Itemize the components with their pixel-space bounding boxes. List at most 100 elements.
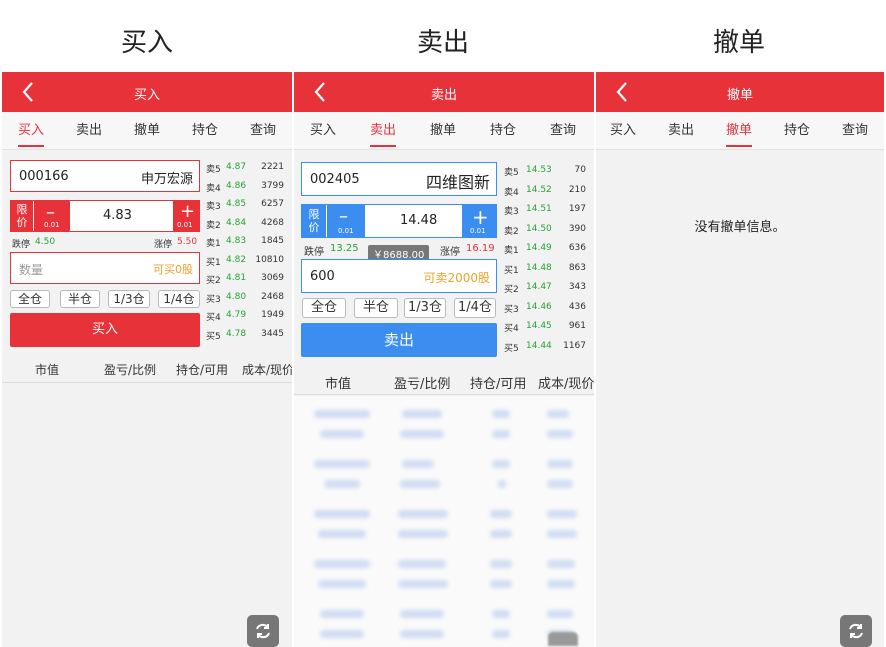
quote-price: 14.47 [526,282,552,292]
quick-third-button[interactable]: 1/3仓 [404,298,446,318]
col-holding: 持仓/可用 [176,363,229,377]
stock-input[interactable]: 000166 申万宏源 [10,160,200,192]
quote-volume: 6257 [261,199,284,209]
quick-quarter-button[interactable]: 1/4仓 [158,290,200,308]
quote-row[interactable]: 买1 14.48 863 [504,263,588,283]
positions-list-blurred [294,396,594,647]
price-decrease-button[interactable]: – 0.01 [327,205,365,237]
buy-button[interactable]: 买入 [10,313,200,347]
quote-row[interactable]: 卖3 14.51 197 [504,204,588,224]
col-holding: 持仓/可用 [470,377,527,392]
quote-price: 4.82 [226,254,247,265]
quote-price: 4.80 [226,291,247,302]
quantity-input[interactable]: 600 可卖2000股 [301,259,497,293]
quote-volume: 961 [568,321,586,331]
limit-down-label: 跌停 [304,247,324,258]
quote-row[interactable]: 卖1 14.49 636 [504,243,588,263]
quote-price: 14.53 [526,165,552,175]
quote-row[interactable]: 卖5 4.87 2221 [206,162,286,181]
tab-buy[interactable]: 买入 [600,112,646,150]
quote-row[interactable]: 卖2 14.50 390 [504,224,588,244]
limit-up-value: 16.19 [466,243,495,254]
tab-cancel[interactable]: 撤单 [716,112,762,150]
minus-icon: – [339,206,348,227]
tab-cancel[interactable]: 撤单 [420,112,466,150]
quote-label: 买1 [504,265,519,276]
quote-label: 买2 [206,276,221,286]
quote-row[interactable]: 卖5 14.53 70 [504,165,588,185]
list-item[interactable] [302,452,586,496]
quote-volume: 390 [568,223,586,234]
tab-query[interactable]: 查询 [832,112,878,150]
quote-row[interactable]: 卖4 4.86 3799 [206,181,286,200]
refresh-button[interactable] [548,632,578,646]
quick-full-button[interactable]: 全仓 [302,298,346,318]
tab-query[interactable]: 查询 [240,112,286,150]
price-value[interactable]: 4.83 [103,208,132,223]
quote-label: 买3 [504,304,519,315]
quick-half-button[interactable]: 半仓 [60,290,100,308]
price-mode-button[interactable]: 限价 [11,201,33,231]
tab-sell[interactable]: 卖出 [66,112,112,150]
quote-row[interactable]: 卖4 14.52 210 [504,185,588,205]
quote-row[interactable]: 买5 14.44 1167 [504,341,588,361]
quote-row[interactable]: 买2 4.81 3069 [206,273,286,292]
quote-volume: 2221 [261,162,284,172]
quote-row[interactable]: 买2 14.47 343 [504,282,588,302]
minus-icon: – [46,202,55,223]
quote-volume: 2468 [261,291,284,302]
list-item[interactable] [302,602,586,646]
stock-code: 000166 [19,169,69,184]
quote-row[interactable]: 买3 14.46 436 [504,302,588,322]
tab-positions[interactable]: 持仓 [182,112,228,150]
quick-full-button[interactable]: 全仓 [10,290,50,308]
price-increase-button[interactable]: + 0.01 [173,201,199,231]
refresh-button[interactable] [840,615,872,647]
tab-sell[interactable]: 卖出 [360,112,406,150]
tab-buy[interactable]: 买入 [300,112,346,150]
order-book: 卖5 14.53 70 卖4 14.52 210 卖3 14.51 197 卖2 14.50 390 卖… [504,165,588,360]
refresh-button[interactable] [247,615,279,647]
quote-row[interactable]: 买4 14.45 961 [504,321,588,341]
tab-cancel[interactable]: 撤单 [124,112,170,150]
quote-label: 卖3 [206,202,221,212]
tab-buy[interactable]: 买入 [8,112,54,150]
quantity-placeholder: 数量 [19,263,44,277]
price-stepper: 限价 – 0.01 14.48 + 0.01 [301,204,497,238]
quote-price: 4.87 [226,162,247,172]
quantity-input[interactable]: 数量 可买0股 [10,252,200,284]
price-mode-label: 限价 [16,203,28,229]
list-item[interactable] [302,402,586,446]
quote-volume: 343 [568,282,586,292]
list-item[interactable] [302,502,586,546]
quote-row[interactable]: 卖1 4.83 1845 [206,236,286,255]
quote-row[interactable]: 买5 4.78 3445 [206,329,286,348]
list-item[interactable] [302,552,586,596]
quick-third-button[interactable]: 1/3仓 [108,290,150,308]
tab-query[interactable]: 查询 [540,112,586,150]
price-value[interactable]: 14.48 [400,213,437,228]
quote-row[interactable]: 买4 4.79 1949 [206,310,286,329]
quote-price: 4.86 [226,180,247,191]
price-decrease-button[interactable]: – 0.01 [34,201,70,231]
sell-button[interactable]: 卖出 [301,323,497,357]
quote-price: 14.50 [526,223,552,234]
quick-half-button[interactable]: 半仓 [354,298,398,318]
tab-positions[interactable]: 持仓 [774,112,820,150]
caption-buy: 买入 [120,28,173,58]
quote-row[interactable]: 卖2 4.84 4268 [206,218,286,237]
tab-sell[interactable]: 卖出 [658,112,704,150]
price-increase-button[interactable]: + 0.01 [462,205,496,237]
col-pnl: 盈亏/比例 [104,363,157,377]
tab-positions[interactable]: 持仓 [480,112,526,150]
stock-input[interactable]: 002405 四维图新 [301,162,497,196]
quote-row[interactable]: 买3 4.80 2468 [206,292,286,311]
quote-row[interactable]: 卖3 4.85 6257 [206,199,286,218]
cancel-topbar: 撤单 [596,72,884,112]
price-mode-button[interactable]: 限价 [302,205,326,237]
quote-volume: 3445 [261,328,284,339]
sell-panel: 卖出 买入 卖出 撤单 持仓 查询 002405 四维图新 限价 – 0.01 … [294,72,594,647]
quote-row[interactable]: 买1 4.82 10810 [206,255,286,274]
quantity-value: 600 [310,269,335,284]
quick-quarter-button[interactable]: 1/4仓 [454,298,496,318]
